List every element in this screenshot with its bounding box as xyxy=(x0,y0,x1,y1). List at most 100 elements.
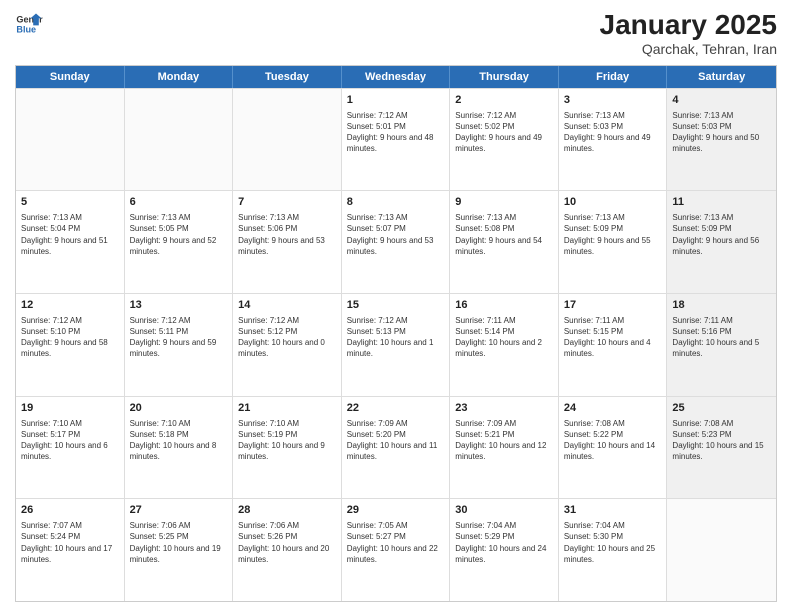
cell-info: Daylight: 10 hours and 9 minutes. xyxy=(238,440,336,462)
cell-info: Sunrise: 7:10 AM xyxy=(130,418,228,429)
calendar-cell: 1Sunrise: 7:12 AMSunset: 5:01 PMDaylight… xyxy=(342,89,451,191)
cell-info: Sunset: 5:27 PM xyxy=(347,531,445,542)
logo: General Blue xyxy=(15,10,43,38)
day-number: 15 xyxy=(347,298,445,313)
cell-info: Sunset: 5:06 PM xyxy=(238,223,336,234)
week-row-4: 19Sunrise: 7:10 AMSunset: 5:17 PMDayligh… xyxy=(16,396,776,499)
cell-info: Sunset: 5:18 PM xyxy=(130,429,228,440)
calendar-cell: 21Sunrise: 7:10 AMSunset: 5:19 PMDayligh… xyxy=(233,397,342,499)
calendar-cell: 5Sunrise: 7:13 AMSunset: 5:04 PMDaylight… xyxy=(16,191,125,293)
cell-info: Daylight: 10 hours and 24 minutes. xyxy=(455,543,553,565)
cell-info: Sunrise: 7:12 AM xyxy=(21,315,119,326)
header: General Blue January 2025 Qarchak, Tehra… xyxy=(15,10,777,57)
day-number: 29 xyxy=(347,503,445,518)
cell-info: Daylight: 10 hours and 14 minutes. xyxy=(564,440,662,462)
day-number: 28 xyxy=(238,503,336,518)
calendar-cell: 16Sunrise: 7:11 AMSunset: 5:14 PMDayligh… xyxy=(450,294,559,396)
cell-info: Daylight: 9 hours and 59 minutes. xyxy=(130,337,228,359)
calendar: SundayMondayTuesdayWednesdayThursdayFrid… xyxy=(15,65,777,602)
cell-info: Sunset: 5:30 PM xyxy=(564,531,662,542)
cell-info: Sunset: 5:10 PM xyxy=(21,326,119,337)
cell-info: Sunset: 5:03 PM xyxy=(564,121,662,132)
calendar-cell xyxy=(16,89,125,191)
cell-info: Sunrise: 7:13 AM xyxy=(564,110,662,121)
calendar-cell: 14Sunrise: 7:12 AMSunset: 5:12 PMDayligh… xyxy=(233,294,342,396)
cell-info: Sunset: 5:19 PM xyxy=(238,429,336,440)
cell-info: Sunset: 5:17 PM xyxy=(21,429,119,440)
week-row-3: 12Sunrise: 7:12 AMSunset: 5:10 PMDayligh… xyxy=(16,293,776,396)
day-number: 12 xyxy=(21,298,119,313)
cell-info: Sunrise: 7:13 AM xyxy=(130,212,228,223)
calendar-cell: 20 Sunrise: 7:10 AMSunset: 5:18 PMDayligh… xyxy=(125,397,234,499)
cell-info: Sunset: 5:20 PM xyxy=(347,429,445,440)
day-number: 6 xyxy=(130,195,228,210)
calendar-cell: 25Sunrise: 7:08 AMSunset: 5:23 PMDayligh… xyxy=(667,397,776,499)
cell-info: Daylight: 9 hours and 49 minutes. xyxy=(564,132,662,154)
cell-info: Sunset: 5:22 PM xyxy=(564,429,662,440)
day-number: 18 xyxy=(672,298,771,313)
day-number: 25 xyxy=(672,401,771,416)
title-block: January 2025 Qarchak, Tehran, Iran xyxy=(600,10,777,57)
cell-info: Sunrise: 7:12 AM xyxy=(130,315,228,326)
cell-info: Sunrise: 7:13 AM xyxy=(21,212,119,223)
day-number: 20 xyxy=(130,401,228,416)
svg-text:General: General xyxy=(16,15,43,25)
svg-text:Blue: Blue xyxy=(16,24,36,34)
cell-info: Sunset: 5:24 PM xyxy=(21,531,119,542)
cell-info: Sunrise: 7:11 AM xyxy=(672,315,771,326)
day-number: 8 xyxy=(347,195,445,210)
calendar-cell: 8Sunrise: 7:13 AMSunset: 5:07 PMDaylight… xyxy=(342,191,451,293)
cell-info: Sunset: 5:25 PM xyxy=(130,531,228,542)
day-number: 22 xyxy=(347,401,445,416)
calendar-cell: 22Sunrise: 7:09 AMSunset: 5:20 PMDayligh… xyxy=(342,397,451,499)
calendar-cell: 30 Sunrise: 7:04 AMSunset: 5:29 PMDayligh… xyxy=(450,499,559,601)
cell-info: Daylight: 9 hours and 52 minutes. xyxy=(130,235,228,257)
day-number: 17 xyxy=(564,298,662,313)
week-row-2: 5Sunrise: 7:13 AMSunset: 5:04 PMDaylight… xyxy=(16,190,776,293)
cell-info: Daylight: 9 hours and 58 minutes. xyxy=(21,337,119,359)
cell-info: Daylight: 10 hours and 2 minutes. xyxy=(455,337,553,359)
day-number: 3 xyxy=(564,93,662,108)
cell-info: Sunset: 5:15 PM xyxy=(564,326,662,337)
header-day-thursday: Thursday xyxy=(450,66,559,88)
cell-info: Daylight: 10 hours and 8 minutes. xyxy=(130,440,228,462)
cell-info: Sunset: 5:11 PM xyxy=(130,326,228,337)
day-number: 31 xyxy=(564,503,662,518)
day-number: 1 xyxy=(347,93,445,108)
calendar-cell: 4Sunrise: 7:13 AMSunset: 5:03 PMDaylight… xyxy=(667,89,776,191)
day-number: 9 xyxy=(455,195,553,210)
cell-info: Daylight: 9 hours and 51 minutes. xyxy=(21,235,119,257)
day-number: 5 xyxy=(21,195,119,210)
day-number: 26 xyxy=(21,503,119,518)
cell-info: Daylight: 9 hours and 55 minutes. xyxy=(564,235,662,257)
week-row-5: 26Sunrise: 7:07 AMSunset: 5:24 PMDayligh… xyxy=(16,498,776,601)
cell-info: Sunrise: 7:04 AM xyxy=(455,520,553,531)
calendar-cell: 13 Sunrise: 7:12 AMSunset: 5:11 PMDayligh… xyxy=(125,294,234,396)
cell-info: Sunset: 5:14 PM xyxy=(455,326,553,337)
header-day-saturday: Saturday xyxy=(667,66,776,88)
cell-info: Daylight: 9 hours and 48 minutes. xyxy=(347,132,445,154)
header-day-monday: Monday xyxy=(125,66,234,88)
day-number: 2 xyxy=(455,93,553,108)
week-row-1: 1Sunrise: 7:12 AMSunset: 5:01 PMDaylight… xyxy=(16,88,776,191)
cell-info: Daylight: 10 hours and 25 minutes. xyxy=(564,543,662,565)
cell-info: Daylight: 10 hours and 11 minutes. xyxy=(347,440,445,462)
cell-info: Daylight: 10 hours and 5 minutes. xyxy=(672,337,771,359)
calendar-cell xyxy=(125,89,234,191)
cell-info: Sunrise: 7:04 AM xyxy=(564,520,662,531)
cell-info: Sunrise: 7:13 AM xyxy=(672,110,771,121)
calendar-cell: 17Sunrise: 7:11 AMSunset: 5:15 PMDayligh… xyxy=(559,294,668,396)
header-day-wednesday: Wednesday xyxy=(342,66,451,88)
cell-info: Sunset: 5:29 PM xyxy=(455,531,553,542)
cell-info: Daylight: 10 hours and 19 minutes. xyxy=(130,543,228,565)
cell-info: Sunrise: 7:08 AM xyxy=(564,418,662,429)
cell-info: Sunrise: 7:13 AM xyxy=(238,212,336,223)
day-number: 13 xyxy=(130,298,228,313)
cell-info: Sunset: 5:02 PM xyxy=(455,121,553,132)
day-number: 11 xyxy=(672,195,771,210)
day-number: 30 xyxy=(455,503,553,518)
calendar-cell: 9Sunrise: 7:13 AMSunset: 5:08 PMDaylight… xyxy=(450,191,559,293)
cell-info: Sunset: 5:07 PM xyxy=(347,223,445,234)
cell-info: Daylight: 10 hours and 6 minutes. xyxy=(21,440,119,462)
calendar-subtitle: Qarchak, Tehran, Iran xyxy=(600,41,777,57)
